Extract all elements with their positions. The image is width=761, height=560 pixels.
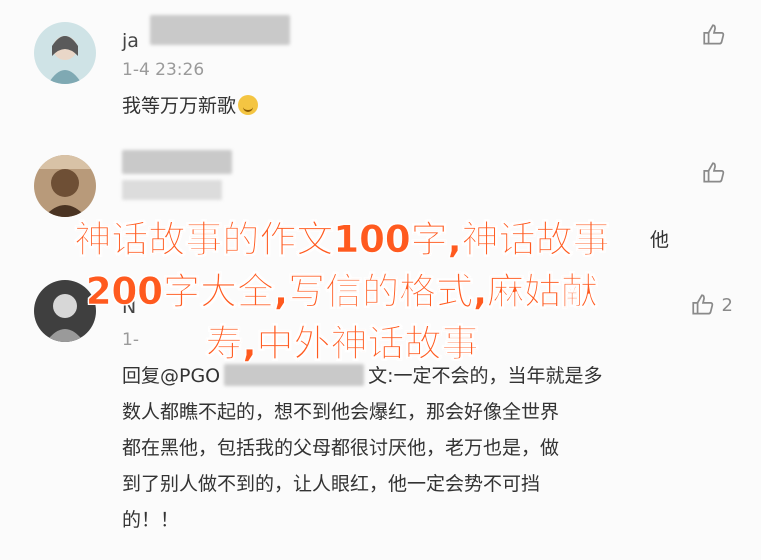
overlay-line: 寿,中外神话故事 [205,322,479,366]
comment-text-content: 我等万万新歌 [122,95,237,117]
redacted-timestamp [122,180,222,200]
avatar[interactable] [34,155,96,217]
smile-emoji-icon [238,95,259,115]
avatar[interactable] [34,22,96,84]
comment-line: 到了别人做不到的，让人眼红，他一定会势不可挡 [122,473,541,495]
comment-line: 数人都瞧不起的，想不到他会爆红，那会好像全世界 [122,401,560,423]
thumbs-up-icon [703,162,725,183]
comment-line: 都在黑他，包括我的父母都很讨厌他，老万也是，做 [122,437,560,459]
overlay-line: 200字大全,写信的格式,麻姑献 [85,270,599,314]
thumbs-up-icon [703,24,725,45]
redacted-username [150,15,290,45]
like-count: 2 [721,294,733,316]
comment-text: 回复@PGO 文:一定不会的，当年就是多 数人都瞧不起的，想不到他会爆红，那会好像… [122,358,603,538]
like-button[interactable] [701,160,733,186]
comment-list: ja 1-4 23:26 我等万万新歌 他 N 1- 回复@PGO 文:一定不会… [0,0,761,560]
username[interactable]: ja [122,30,139,52]
comment-text: 我等万万新歌 [122,88,259,124]
timestamp: 1-4 23:26 [122,60,205,80]
thumbs-up-icon [691,294,713,315]
like-button[interactable]: 2 [690,292,733,318]
overlay-title: 神话故事的作文100字,神话故事 200字大全,写信的格式,麻姑献 寿,中外神话… [12,214,672,370]
overlay-line: 神话故事的作文100字,神话故事 [74,218,610,262]
comment-line: 的！！ [122,509,180,531]
redacted-username [122,150,232,174]
like-button[interactable] [701,22,733,48]
